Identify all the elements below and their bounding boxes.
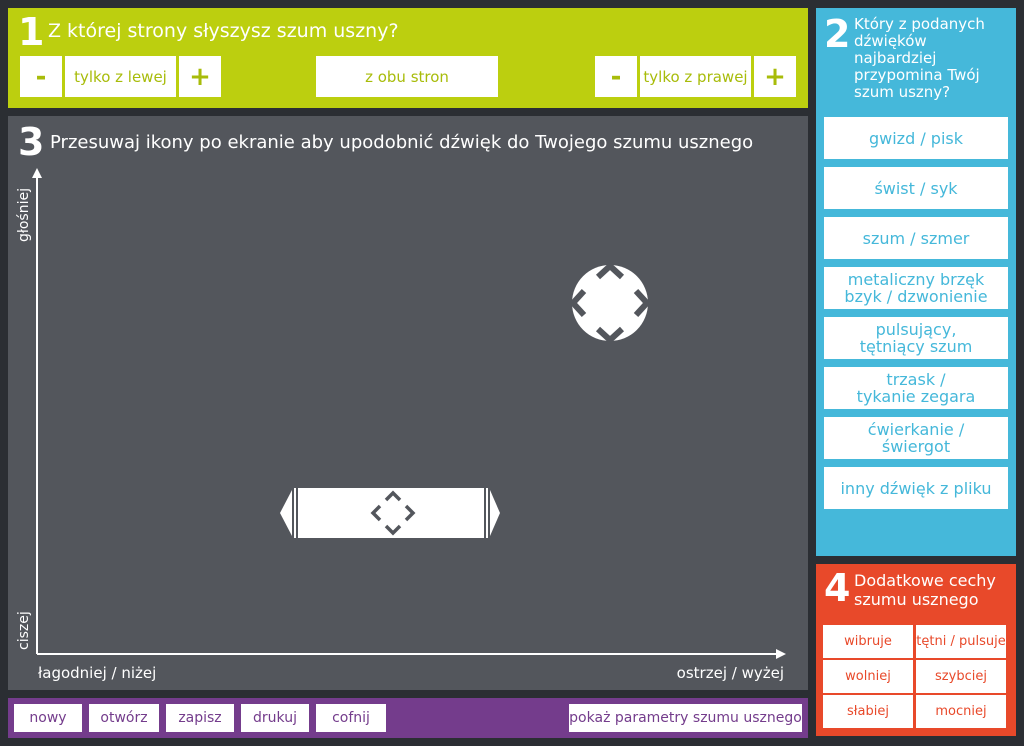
section-number-1: 1 [18, 10, 45, 54]
sound-option-4[interactable]: metaliczny brzęk bzyk / dzwonienie [824, 267, 1008, 309]
save-button[interactable]: zapisz [166, 704, 234, 732]
show-parameters-button[interactable]: pokaż parametry szumu usznego [569, 704, 802, 732]
section-number-4: 4 [824, 566, 851, 610]
y-axis-arrow [32, 168, 42, 178]
sound-type-panel: 2 Który z podanych dźwięków najbardziej … [816, 8, 1016, 556]
left-plus-button[interactable]: + [179, 56, 221, 97]
feature-slower-button[interactable]: wolniej [823, 660, 913, 693]
sound-field-panel: 3 Przesuwaj ikony po ekranie aby upodobn… [8, 116, 808, 690]
sound-option-line1: szum / szmer [862, 228, 970, 248]
band-left-resize-icon [280, 490, 292, 536]
x-axis-arrow [776, 649, 786, 659]
extra-features-title-line2: szumu usznego [854, 590, 979, 609]
right-plus-button[interactable]: + [754, 56, 796, 97]
sound-option-6[interactable]: trzask / tykanie zegara [824, 367, 1008, 409]
x-axis-right-label: ostrzej / wyżej [676, 664, 784, 682]
right-only-button[interactable]: tylko z prawej [640, 56, 751, 97]
open-button[interactable]: otwórz [89, 704, 159, 732]
right-minus-button[interactable]: - [595, 56, 637, 97]
field-axes [32, 168, 786, 659]
sound-option-7[interactable]: ćwierkanie / świergot [824, 417, 1008, 459]
sound-option-5[interactable]: pulsujący, tętniący szum [824, 317, 1008, 359]
sound-option-2[interactable]: świst / syk [824, 167, 1008, 209]
band-right-resize-icon [490, 490, 500, 536]
sound-option-8[interactable]: inny dźwięk z pliku [824, 467, 1008, 509]
extra-features-panel: 4 Dodatkowe cechy szumu usznego wibruje … [816, 564, 1016, 736]
sound-option-line1: gwizd / pisk [868, 128, 963, 148]
feature-stronger-button[interactable]: mocniej [916, 695, 1006, 728]
feature-weaker-button[interactable]: słabiej [823, 695, 913, 728]
sound-option-3[interactable]: szum / szmer [824, 217, 1008, 259]
sound-option-1[interactable]: gwizd / pisk [824, 117, 1008, 159]
section-number-2: 2 [824, 12, 851, 56]
sound-option-line2: świergot [881, 437, 951, 456]
undo-button[interactable]: cofnij [316, 704, 386, 732]
sound-option-line1: metaliczny brzęk [847, 270, 985, 289]
side-question-title: Z której strony słyszysz szum uszny? [48, 20, 399, 42]
left-only-button[interactable]: tylko z lewej [65, 56, 176, 97]
feature-pulsates-button[interactable]: tętni / pulsuje [916, 625, 1006, 658]
x-axis-left-label: łagodniej / niżej [38, 664, 157, 682]
feature-vibrates-button[interactable]: wibruje [823, 625, 913, 658]
sound-option-line2: tykanie zegara [856, 387, 976, 406]
sound-option-line1: pulsujący, [875, 320, 957, 339]
band-drag-handle[interactable] [278, 486, 502, 542]
sound-option-line1: świst / syk [874, 178, 958, 198]
sound-option-line1: inny dźwięk z pliku [840, 478, 992, 498]
sound-question-title: Który z podanych dźwięków najbardziej pr… [854, 15, 985, 101]
y-axis-top-label: głośniej [16, 188, 32, 242]
print-button[interactable]: drukuj [241, 704, 309, 732]
side-selection-panel: 1 Z której strony słyszysz szum uszny? -… [8, 8, 808, 108]
feature-faster-button[interactable]: szybciej [916, 660, 1006, 693]
bottom-toolbar: nowy otwórz zapisz drukuj cofnij pokaż p… [8, 698, 808, 738]
sound-option-line1: ćwierkanie / [867, 420, 965, 439]
new-button[interactable]: nowy [14, 704, 82, 732]
y-axis-bottom-label: ciszej [16, 611, 32, 650]
sound-option-line1: trzask / [886, 370, 946, 389]
sound-option-line2: tętniący szum [859, 337, 973, 356]
extra-features-title-line1: Dodatkowe cechy [854, 571, 996, 590]
tone-drag-handle[interactable] [570, 263, 650, 343]
sound-option-line2: bzyk / dzwonienie [844, 287, 988, 306]
both-sides-button[interactable]: z obu stron [316, 56, 498, 97]
left-minus-button[interactable]: - [20, 56, 62, 97]
